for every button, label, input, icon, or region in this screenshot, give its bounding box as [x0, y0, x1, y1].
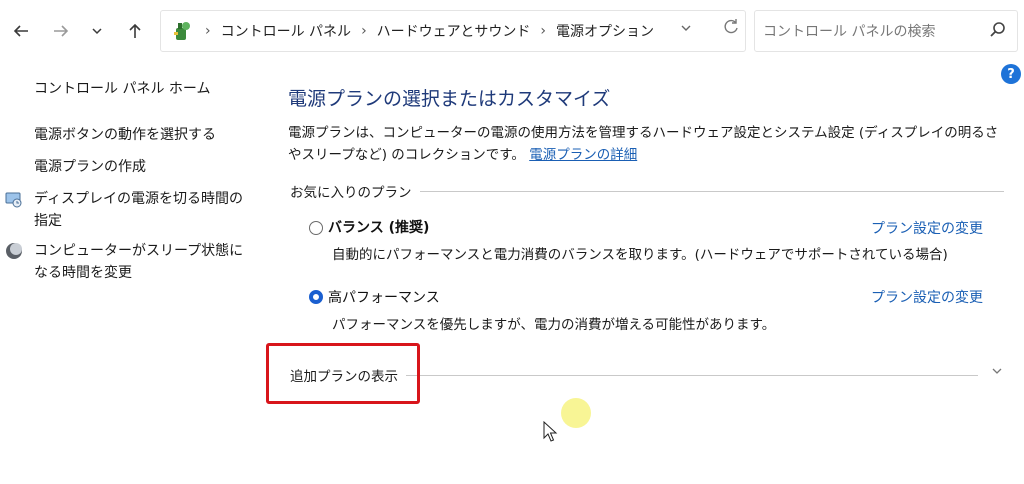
plan-balanced-description: 自動的にパフォーマンスと電力消費のバランスを取ります。(ハードウェアでサポートさ…: [332, 247, 948, 263]
plan-balanced-name[interactable]: バランス (推奨): [328, 217, 429, 237]
forward-arrow-icon: [54, 25, 69, 37]
plan-high-performance-name[interactable]: 高パフォーマンス: [328, 287, 440, 307]
plan-details-link[interactable]: 電源プランの詳細: [529, 147, 637, 163]
back-button[interactable]: [8, 18, 34, 44]
address-dropdown-button[interactable]: [679, 21, 693, 39]
recent-locations-button[interactable]: [84, 18, 110, 44]
back-arrow-icon: [13, 25, 28, 37]
sidebar-item-sleep-time[interactable]: コンピューターがスリープ状態になる時間を変更: [34, 240, 249, 284]
breadcrumb-separator-icon: ›: [361, 23, 367, 39]
sidebar-home-link[interactable]: コントロール パネル ホーム: [34, 78, 210, 98]
breadcrumb-separator-icon: ›: [540, 23, 547, 39]
control-panel-icon: [174, 22, 190, 40]
search-icon[interactable]: [989, 21, 1007, 39]
description-text: 電源プランは、コンピューターの電源の使用方法を管理するハードウェア設定とシステム…: [288, 125, 999, 163]
up-button[interactable]: [122, 18, 148, 44]
breadcrumb-separator-icon: ›: [205, 23, 211, 39]
sleep-moon-icon: [6, 243, 22, 259]
breadcrumb-control-panel[interactable]: コントロール パネル: [221, 21, 351, 41]
page-description: 電源プランは、コンピューターの電源の使用方法を管理するハードウェア設定とシステム…: [288, 122, 1008, 166]
address-toolbar: › コントロール パネル › ハードウェアとサウンド › 電源オプション: [0, 0, 1024, 62]
breadcrumb-power-options[interactable]: 電源オプション: [556, 21, 654, 41]
plan-high-performance-change-link[interactable]: プラン設定の変更: [871, 287, 983, 307]
sidebar-item-create-plan[interactable]: 電源プランの作成: [34, 156, 249, 178]
favorite-plans-label: お気に入りのプラン: [290, 181, 420, 201]
plan-balanced-change-link[interactable]: プラン設定の変更: [871, 218, 983, 238]
forward-button[interactable]: [48, 18, 74, 44]
chevron-down-icon: [681, 25, 691, 31]
chevron-down-icon[interactable]: [990, 364, 1004, 378]
plan-high-performance-description: パフォーマンスを優先しますが、電力の消費が増える可能性があります。: [332, 317, 776, 333]
refresh-icon: [724, 19, 738, 34]
refresh-button[interactable]: [721, 17, 741, 42]
help-button[interactable]: ?: [1001, 64, 1021, 84]
cursor-highlight: [561, 398, 591, 428]
breadcrumb-hardware-sound[interactable]: ハードウェアとサウンド: [377, 21, 531, 41]
annotation-highlight-box: [266, 343, 420, 404]
page-title: 電源プランの選択またはカスタマイズ: [288, 88, 611, 110]
plan-high-performance-radio[interactable]: [309, 290, 323, 304]
sidebar-item-power-button[interactable]: 電源ボタンの動作を選択する: [34, 124, 249, 146]
search-box[interactable]: [754, 10, 1018, 52]
sidebar-item-display-off[interactable]: ディスプレイの電源を切る時間の指定: [34, 188, 249, 232]
address-bar[interactable]: › コントロール パネル › ハードウェアとサウンド › 電源オプション: [160, 10, 746, 52]
chevron-down-icon: [92, 28, 102, 35]
search-input[interactable]: [761, 20, 985, 44]
breadcrumb: › コントロール パネル › ハードウェアとサウンド › 電源オプション: [199, 21, 654, 41]
plan-balanced-radio[interactable]: [309, 221, 323, 235]
up-arrow-icon: [129, 23, 141, 38]
mouse-cursor-icon: [543, 421, 558, 442]
favorite-plans-header: お気に入りのプラン: [290, 181, 1004, 201]
display-power-icon: [5, 192, 22, 208]
